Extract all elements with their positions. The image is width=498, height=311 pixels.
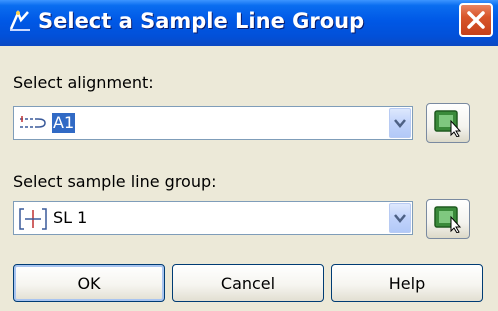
close-button[interactable] — [459, 3, 493, 37]
alignment-select[interactable]: A1 — [13, 106, 413, 140]
chevron-down-icon — [394, 214, 406, 223]
sample-line-group-select[interactable]: SL 1 — [13, 201, 413, 235]
title-bar[interactable]: Select a Sample Line Group — [0, 0, 498, 46]
pick-alignment-button[interactable] — [426, 103, 470, 143]
pick-from-drawing-icon — [434, 110, 462, 137]
alignment-value: A1 — [52, 113, 76, 133]
alignment-dropdown-button[interactable] — [389, 108, 411, 138]
close-icon — [467, 11, 485, 29]
sample-line-group-value: SL 1 — [53, 208, 88, 227]
pick-from-drawing-icon — [434, 206, 462, 233]
sample-line-group-label: Select sample line group: — [13, 172, 217, 191]
app-icon — [8, 9, 32, 33]
help-button[interactable]: Help — [331, 264, 483, 302]
ok-button[interactable]: OK — [13, 264, 165, 302]
chevron-down-icon — [394, 119, 406, 128]
window-title: Select a Sample Line Group — [38, 9, 365, 33]
pick-sample-line-group-button[interactable] — [426, 199, 470, 239]
sample-line-group-icon — [18, 208, 48, 234]
alignment-icon — [18, 113, 50, 137]
cancel-button[interactable]: Cancel — [172, 264, 324, 302]
sample-line-group-dropdown-button[interactable] — [389, 203, 411, 233]
alignment-label: Select alignment: — [13, 73, 154, 92]
